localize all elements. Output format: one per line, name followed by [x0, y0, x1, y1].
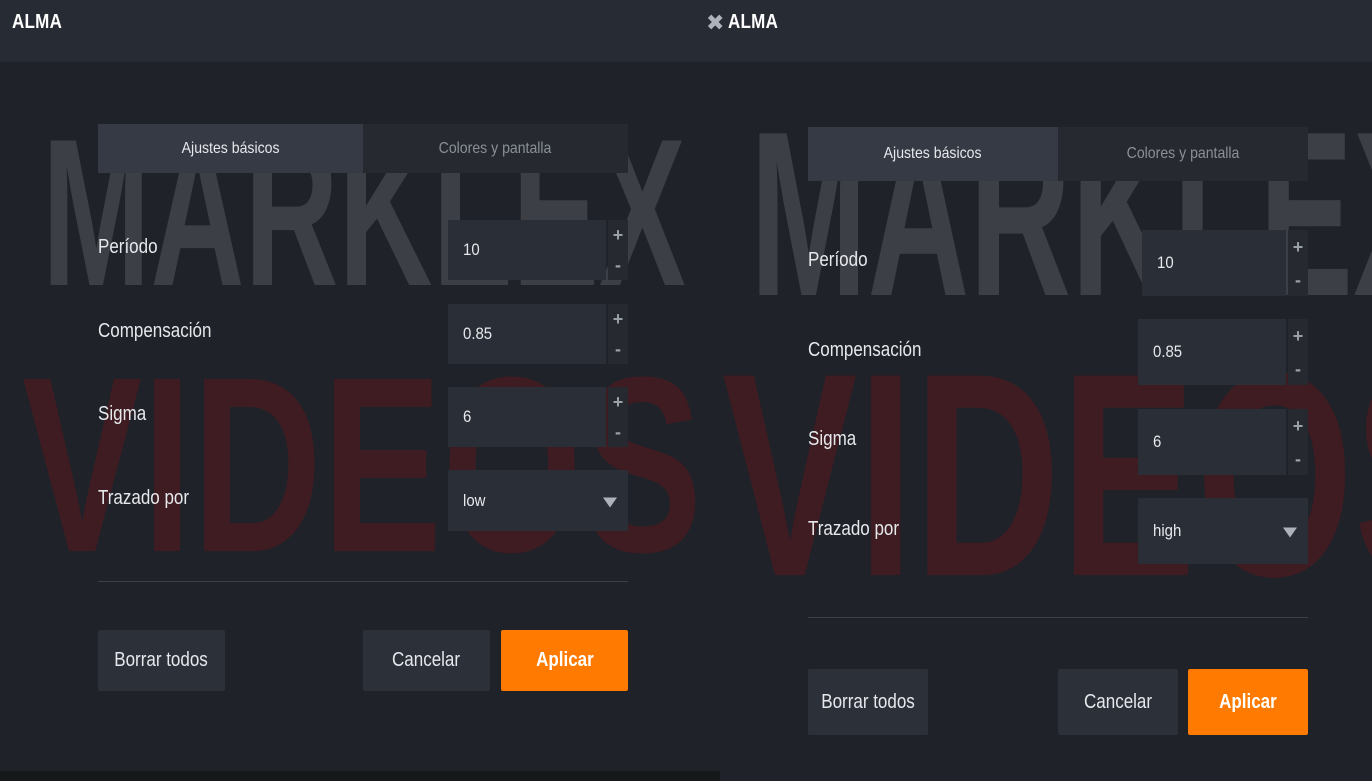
cancel-button[interactable]: Cancelar — [1058, 669, 1178, 735]
dialog-title: ALMA — [12, 11, 63, 33]
indicator-settings-dialog-left: ALMA MARKLEX VIDEOS Ajustes básicos Colo… — [0, 0, 720, 781]
dialog-title: ALMA — [728, 11, 779, 33]
compensacion-stepper: + - — [1288, 319, 1308, 385]
tab-ajustes-basicos[interactable]: Ajustes básicos — [98, 124, 363, 173]
sigma-label: Sigma — [98, 403, 147, 425]
periodo-input[interactable]: 10 — [448, 220, 606, 280]
compensacion-increment-button[interactable]: + — [608, 304, 628, 334]
watermark-logo-bottom: VIDEOS — [22, 325, 703, 604]
periodo-increment-button[interactable]: + — [608, 220, 628, 250]
compensacion-stepper: + - — [608, 304, 628, 364]
periodo-increment-button[interactable]: + — [1288, 230, 1308, 263]
apply-button[interactable]: Aplicar — [501, 630, 628, 691]
periodo-stepper: + - — [608, 220, 628, 280]
sigma-decrement-button[interactable]: - — [608, 417, 628, 447]
chevron-down-icon — [603, 497, 617, 507]
compensacion-input[interactable]: 0.85 — [1138, 319, 1286, 385]
periodo-stepper: + - — [1288, 230, 1308, 296]
clear-all-button[interactable]: Borrar todos — [808, 669, 928, 735]
sigma-stepper: + - — [1288, 409, 1308, 475]
divider — [98, 581, 628, 582]
title-bar: ALMA — [720, 0, 1372, 62]
compensacion-increment-button[interactable]: + — [1288, 319, 1308, 352]
compensacion-decrement-button[interactable]: - — [1288, 352, 1308, 385]
compensacion-input[interactable]: 0.85 — [448, 304, 606, 364]
compensacion-decrement-button[interactable]: - — [608, 334, 628, 364]
sigma-label: Sigma — [808, 428, 857, 450]
chart-strip — [0, 771, 720, 781]
sigma-increment-button[interactable]: + — [608, 387, 628, 417]
sigma-decrement-button[interactable]: - — [1288, 442, 1308, 475]
sigma-input[interactable]: 6 — [1138, 409, 1286, 475]
sigma-increment-button[interactable]: + — [1288, 409, 1308, 442]
title-bar: ALMA — [0, 0, 720, 62]
trazado-label: Trazado por — [808, 518, 900, 540]
sigma-input[interactable]: 6 — [448, 387, 606, 447]
periodo-input[interactable]: 10 — [1142, 230, 1286, 296]
tab-ajustes-basicos[interactable]: Ajustes básicos — [808, 127, 1058, 181]
tab-bar: Ajustes básicos Colores y pantalla — [98, 124, 628, 173]
periodo-label: Período — [808, 249, 868, 271]
trazado-select[interactable]: high — [1138, 498, 1308, 564]
tab-colores-pantalla[interactable]: Colores y pantalla — [1058, 127, 1308, 181]
divider — [808, 617, 1308, 618]
tab-bar: Ajustes básicos Colores y pantalla — [808, 127, 1308, 181]
periodo-decrement-button[interactable]: - — [1288, 263, 1308, 296]
clear-all-button[interactable]: Borrar todos — [98, 630, 225, 691]
indicator-settings-dialog-right: ALMA MARKLEX VIDEOS Ajustes básicos Colo… — [720, 0, 1372, 781]
periodo-label: Período — [98, 236, 158, 258]
compensacion-label: Compensación — [808, 339, 922, 361]
chevron-down-icon — [1283, 527, 1297, 538]
sigma-stepper: + - — [608, 387, 628, 447]
periodo-decrement-button[interactable]: - — [608, 250, 628, 280]
apply-button[interactable]: Aplicar — [1188, 669, 1308, 735]
close-icon[interactable]: ✖ — [706, 12, 724, 34]
trazado-label: Trazado por — [98, 487, 190, 509]
tab-colores-pantalla[interactable]: Colores y pantalla — [363, 124, 628, 173]
trazado-select[interactable]: low — [448, 470, 628, 531]
cancel-button[interactable]: Cancelar — [363, 630, 490, 691]
compensacion-label: Compensación — [98, 320, 212, 342]
